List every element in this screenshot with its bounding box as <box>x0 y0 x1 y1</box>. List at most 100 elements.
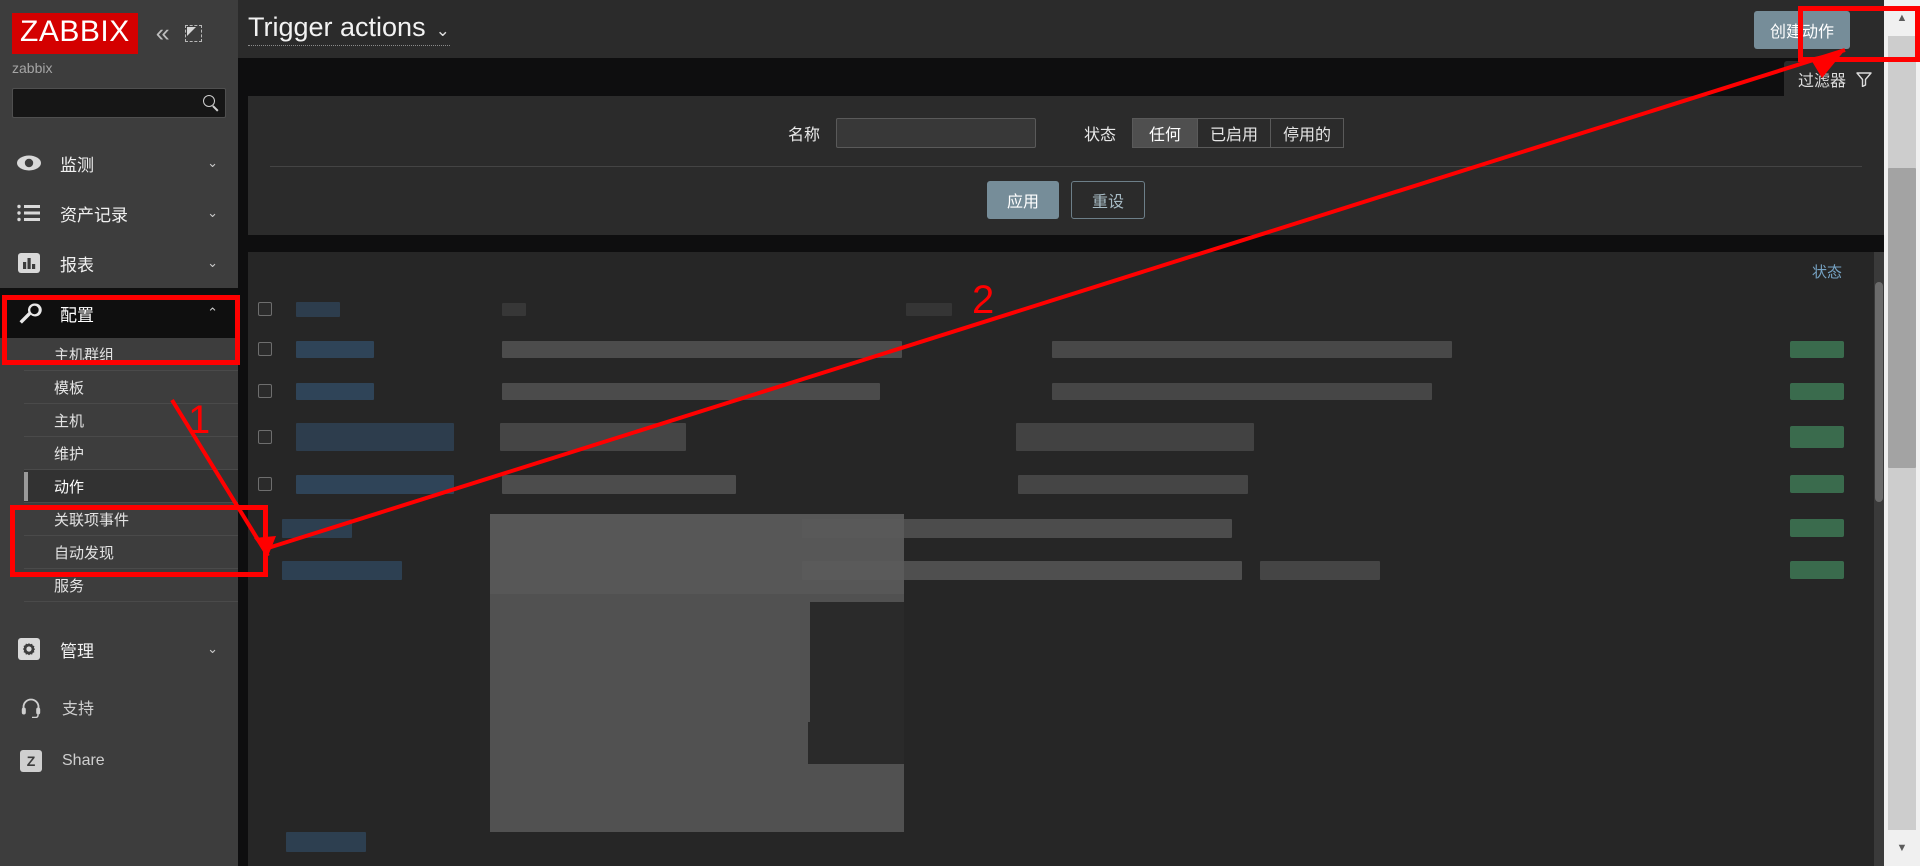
status-option-enabled[interactable]: 已启用 <box>1198 118 1272 148</box>
sidebar-item-share[interactable]: Z Share <box>0 734 238 788</box>
sidebar-item-host-groups[interactable]: 主机群组 <box>24 338 238 371</box>
redacted-name <box>296 340 374 358</box>
name-filter-input[interactable] <box>835 118 1036 148</box>
table-row[interactable] <box>248 328 1884 370</box>
column-header-status[interactable]: 状态 <box>1812 261 1842 282</box>
sidebar-item-support[interactable]: 支持 <box>0 680 238 734</box>
redacted-text <box>502 302 526 316</box>
main-content: Trigger actions ⌄ 创建动作 过滤器 名称 状态 任何 已启用 … <box>238 0 1920 866</box>
sidebar-item-actions[interactable]: 动作 <box>24 470 238 503</box>
redacted-text <box>1052 382 1432 400</box>
sidebar-item-inventory[interactable]: 资产记录 ⌄ <box>0 188 238 238</box>
redacted-text <box>1052 340 1452 358</box>
search-input[interactable] <box>21 95 202 111</box>
wrench-icon <box>16 300 42 326</box>
status-option-any[interactable]: 任何 <box>1132 118 1198 148</box>
scroll-down-arrow-icon[interactable]: ▼ <box>1884 830 1920 866</box>
status-badge <box>1790 340 1844 358</box>
redacted-text <box>1260 560 1380 580</box>
page-title[interactable]: Trigger actions ⌄ <box>248 12 450 46</box>
table-row[interactable] <box>258 832 1844 858</box>
submenu-label: 模板 <box>54 379 85 397</box>
row-checkbox[interactable] <box>258 384 272 398</box>
sidebar-item-configuration[interactable]: 配置 ⌃ <box>0 288 238 338</box>
chevron-down-icon: ⌄ <box>207 255 218 270</box>
chevron-down-icon: ⌄ <box>435 21 450 40</box>
filter-tab-label: 过滤器 <box>1797 73 1846 90</box>
redacted-text <box>502 382 880 400</box>
scroll-up-arrow-icon[interactable]: ▲ <box>1884 0 1920 36</box>
row-checkbox[interactable] <box>258 342 272 356</box>
status-badge <box>1790 561 1844 579</box>
redacted-content-mask <box>810 602 904 732</box>
sidebar-item-monitoring[interactable]: 监测 ⌄ <box>0 138 238 188</box>
sidebar-item-event-correlation[interactable]: 关联项事件 <box>24 503 238 536</box>
table-row[interactable] <box>248 462 1884 506</box>
table-row[interactable] <box>248 290 1884 328</box>
chevron-up-icon: ⌃ <box>207 305 218 320</box>
row-checkbox[interactable] <box>258 302 272 316</box>
redacted-text <box>500 423 686 451</box>
row-checkbox[interactable] <box>258 430 272 444</box>
actions-table: 状态 <box>248 252 1884 866</box>
chevron-down-icon: ⌄ <box>207 205 218 220</box>
sidebar-item-reports[interactable]: 报表 ⌄ <box>0 238 238 288</box>
apply-button[interactable]: 应用 <box>986 181 1059 219</box>
sidebar-item-label: 管理 <box>60 641 94 661</box>
submenu-label: 关联项事件 <box>54 511 130 529</box>
sidebar-menu: 监测 ⌄ 资产记录 ⌄ 报表 ⌄ 配置 ⌃ 主机群组 模板 主机 维护 动作 关… <box>0 138 238 788</box>
sidebar-item-discovery[interactable]: 自动发现 <box>24 536 238 569</box>
reset-button[interactable]: 重设 <box>1071 181 1146 219</box>
table-header-row: 状态 <box>248 252 1884 290</box>
submenu-label: 动作 <box>54 478 85 496</box>
compact-view-icon[interactable] <box>184 24 202 42</box>
sidebar-item-hosts[interactable]: 主机 <box>24 404 238 437</box>
name-field-label: 名称 <box>787 127 820 144</box>
chevron-down-icon: ⌄ <box>207 155 218 170</box>
redacted-text <box>906 302 952 316</box>
redacted-text <box>1016 423 1254 451</box>
status-option-disabled[interactable]: 停用的 <box>1271 118 1345 148</box>
sidebar-item-maintenance[interactable]: 维护 <box>24 437 238 470</box>
table-scroll-thumb[interactable] <box>1875 282 1883 502</box>
table-row[interactable] <box>248 370 1884 412</box>
scrollbar-thumb[interactable] <box>1888 168 1916 468</box>
redacted-name <box>296 301 340 317</box>
create-action-button[interactable]: 创建动作 <box>1753 11 1850 49</box>
configuration-submenu: 主机群组 模板 主机 维护 动作 关联项事件 自动发现 服务 <box>0 338 238 602</box>
window-vertical-scrollbar[interactable]: ▲ ▼ <box>1884 0 1920 866</box>
redacted-content-mask <box>808 722 904 764</box>
page-title-text: Trigger actions <box>248 12 426 42</box>
sidebar-item-label: 资产记录 <box>60 205 128 225</box>
submenu-label: 维护 <box>54 445 85 463</box>
search-icon[interactable] <box>202 94 220 112</box>
sidebar-item-services[interactable]: 服务 <box>24 569 238 602</box>
sidebar: ZABBIX « zabbix 监测 ⌄ 资产记录 ⌄ 报表 ⌄ 配置 ⌃ 主机… <box>0 0 238 866</box>
table-row[interactable] <box>248 412 1884 462</box>
zabbix-z-icon: Z <box>18 750 44 772</box>
gear-icon <box>16 636 42 662</box>
status-badge <box>1790 382 1844 400</box>
filter-tab[interactable]: 过滤器 <box>1783 61 1884 99</box>
status-badge <box>1790 475 1844 493</box>
filter-actions: 应用 重设 <box>248 181 1884 219</box>
sidebar-item-templates[interactable]: 模板 <box>24 371 238 404</box>
status-badge <box>1790 426 1844 448</box>
redacted-name <box>286 832 366 852</box>
headset-icon <box>18 696 44 718</box>
redacted-text <box>502 474 736 494</box>
sidebar-footer-menu: 支持 Z Share <box>0 680 238 788</box>
table-vertical-scrollbar[interactable] <box>1874 252 1884 866</box>
redacted-text <box>1018 474 1248 494</box>
collapse-sidebar-icon[interactable]: « <box>156 20 170 46</box>
status-segmented-control: 任何 已启用 停用的 <box>1132 118 1345 148</box>
app-root: ZABBIX « zabbix 监测 ⌄ 资产记录 ⌄ 报表 ⌄ 配置 ⌃ 主机… <box>0 0 1920 866</box>
redacted-text <box>502 340 902 358</box>
redacted-name <box>296 423 454 451</box>
row-checkbox[interactable] <box>258 477 272 491</box>
chevron-down-icon: ⌄ <box>207 641 218 656</box>
zabbix-logo[interactable]: ZABBIX <box>12 12 138 54</box>
filter-panel: 名称 状态 任何 已启用 停用的 应用 重设 <box>248 96 1884 235</box>
search-box[interactable] <box>12 88 226 118</box>
sidebar-item-administration[interactable]: 管理 ⌄ <box>0 624 238 674</box>
